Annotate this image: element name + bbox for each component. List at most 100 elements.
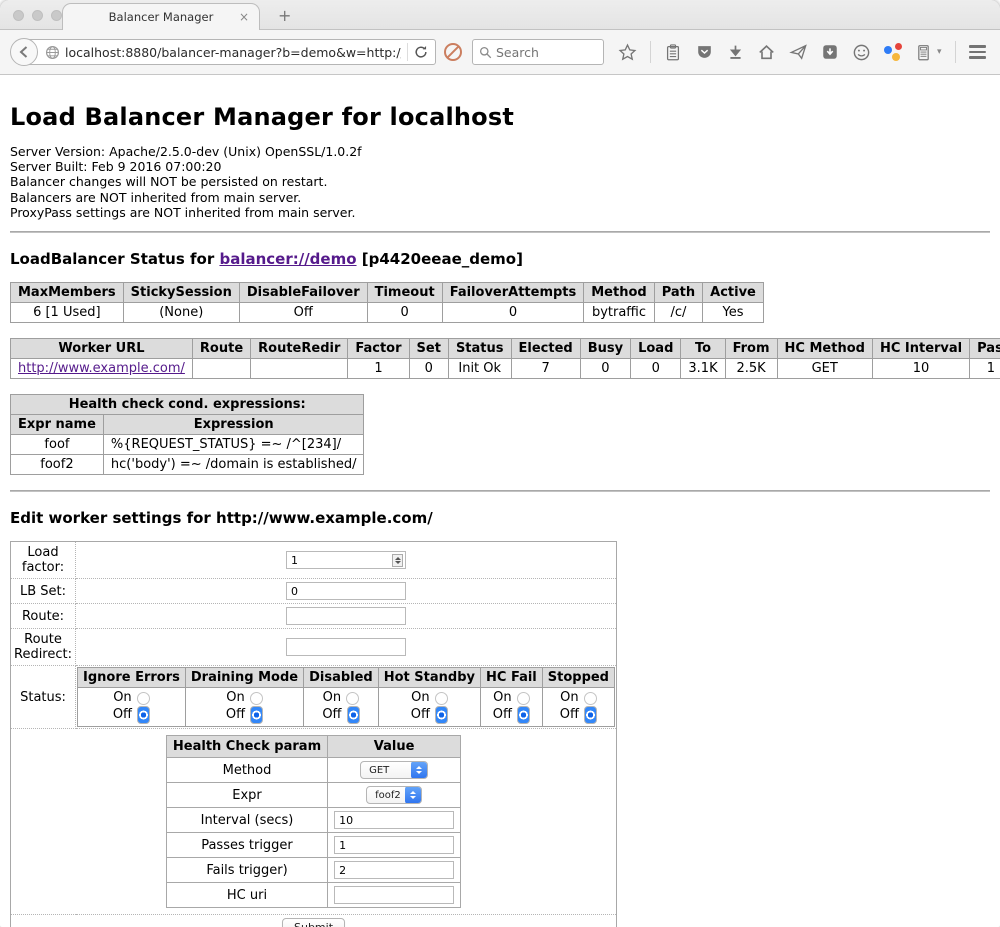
fails-input[interactable] [334,861,454,879]
radio-off-selected[interactable] [347,706,360,724]
reading-list-button[interactable] [664,43,682,62]
passes-input[interactable] [334,836,454,854]
multi-account-button[interactable] [884,43,902,61]
col-path: Path [654,283,702,303]
radio-on-unselected[interactable] [435,692,448,705]
toolbar-separator [955,41,956,63]
hc-row-expr: Expr foof2 [166,783,460,808]
pocket-button[interactable] [695,43,714,61]
search-icon [479,46,492,59]
col-method: Method [584,283,654,303]
back-button[interactable] [10,38,38,66]
download-icon [727,43,744,61]
table-title-row: Health check cond. expressions: [11,395,364,415]
expr-select[interactable]: foof2 [366,786,422,804]
page-title: Load Balancer Manager for localhost [10,103,990,131]
select-stepper-icon [405,786,421,804]
server-version-line: Server Version: Apache/2.5.0-dev (Unix) … [10,144,990,159]
feedback-button[interactable] [852,43,871,62]
radio-off-selected[interactable] [137,706,150,724]
menu-button[interactable] [969,45,986,59]
on-label: On [411,690,429,706]
interval-input[interactable] [334,811,454,829]
proxypass-notice-line: ProxyPass settings are NOT inherited fro… [10,205,990,220]
route-redirect-input[interactable] [286,638,406,656]
send-button[interactable] [789,43,808,61]
radio-on-unselected[interactable] [346,692,359,705]
table-header-row: Expr name Expression [11,415,364,435]
number-spinner-icon[interactable] [392,554,403,567]
downloads-button[interactable] [727,43,744,61]
on-label: On [226,690,244,706]
route-input[interactable] [286,607,406,625]
on-label: On [113,690,131,706]
radio-off-selected[interactable] [584,706,597,724]
method-select[interactable]: GET [360,761,428,779]
hc-row-fails: Fails trigger) [166,858,460,883]
off-label: Off [560,707,579,723]
colored-dots-icon [884,46,892,54]
globe-icon [45,45,60,60]
edit-worker-heading: Edit worker settings for http://www.exam… [10,509,990,527]
form-row-health-check: Health Check param Value Method GET [11,729,617,915]
url-bar[interactable]: localhost:8880/balancer-manager?b=demo&w… [24,39,436,65]
close-window-button[interactable] [13,10,24,21]
home-button[interactable] [757,43,776,61]
load-factor-label: Load factor: [11,542,76,579]
balancer-demo-link[interactable]: balancer://demo [219,250,356,268]
overflow-caret-icon[interactable]: ▾ [937,47,942,57]
heading-suffix: [p4420eeae_demo] [357,250,523,268]
new-tab-button[interactable]: + [278,6,291,25]
submit-button[interactable]: Submit [282,918,345,927]
tab-balancer-manager[interactable]: Balancer Manager × [62,3,260,30]
status-stopped: On Off [542,688,614,727]
hc-row-interval: Interval (secs) [166,808,460,833]
back-icon [17,45,31,59]
radio-off-selected[interactable] [517,706,530,724]
table-row: http://www.example.com/ 1 0 Init Ok 7 0 … [11,359,1000,379]
health-check-expressions-table: Health check cond. expressions: Expr nam… [10,394,364,475]
table-header-row: Health Check param Value [166,736,460,758]
search-input[interactable] [496,45,586,60]
expr-label: Expr [166,783,327,808]
route-label: Route: [11,604,76,629]
form-row-route-redirect: Route Redirect: [11,629,617,666]
minimize-window-button[interactable] [32,10,43,21]
radio-on-unselected[interactable] [137,692,150,705]
off-label: Off [411,707,430,723]
col-timeout: Timeout [367,283,442,303]
radio-on-unselected[interactable] [584,692,597,705]
tab-close-icon[interactable]: × [239,10,249,24]
window-controls [13,10,62,21]
bookmark-star-button[interactable] [618,43,637,62]
load-factor-input[interactable] [286,551,406,569]
navigation-toolbar: localhost:8880/balancer-manager?b=demo&w… [0,30,1000,75]
radio-on-unselected[interactable] [250,692,263,705]
off-label: Off [113,707,132,723]
urlbar-divider [407,43,408,61]
reload-button[interactable] [414,45,428,59]
zoom-window-button[interactable] [51,10,62,21]
toolbar-separator [650,41,651,63]
worker-url-link[interactable]: http://www.example.com/ [18,361,185,376]
send-icon [789,43,808,61]
col-active: Active [703,283,764,303]
table-row: 6 [1 Used] (None) Off 0 0 bytraffic /c/ … [11,303,764,323]
lb-set-input[interactable] [286,582,406,600]
passes-label: Passes trigger [166,833,327,858]
tab-bar: Balancer Manager × + [0,0,1000,30]
radio-off-selected[interactable] [435,706,448,724]
form-row-load-factor: Load factor: [11,542,617,579]
save-page-button[interactable] [821,43,839,61]
load-factor-stepper [286,551,406,569]
smiley-icon [852,43,871,62]
notes-button[interactable] [915,43,932,62]
radio-off-selected[interactable] [250,706,263,724]
url-text[interactable]: localhost:8880/balancer-manager?b=demo&w… [65,45,401,60]
radio-on-unselected[interactable] [517,692,530,705]
hc-row-passes: Passes trigger [166,833,460,858]
search-bar[interactable] [472,39,604,65]
content-blocked-button[interactable] [444,43,462,61]
on-label: On [560,690,578,706]
hc-uri-input[interactable] [334,886,454,904]
